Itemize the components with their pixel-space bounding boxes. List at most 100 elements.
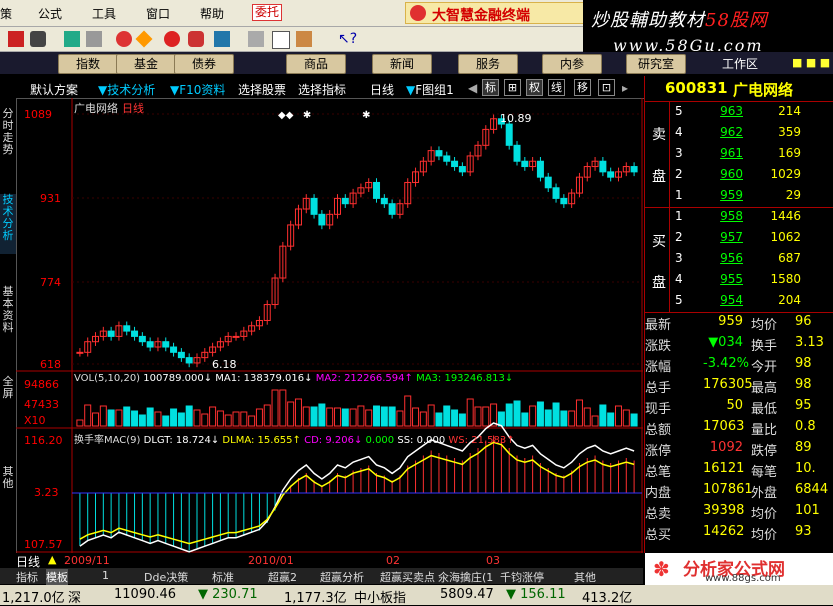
stat-value: 89 bbox=[795, 440, 812, 455]
tab-chaoying-analysis[interactable]: 超赢分析 bbox=[320, 569, 364, 585]
nav-bar: 指数 基金 债券 商品 新闻 服务 内参 研究室 工作区 ■ ■ ■ bbox=[0, 52, 833, 74]
tab-template[interactable]: 模板 bbox=[46, 569, 68, 585]
entrust-button[interactable]: 委托 bbox=[252, 4, 283, 21]
nav-bond[interactable]: 债券 bbox=[174, 54, 234, 74]
prev-arrow-icon[interactable]: ◀ bbox=[468, 81, 477, 95]
nav-commodity[interactable]: 商品 bbox=[286, 54, 346, 74]
tab-dde[interactable]: Dde决策 bbox=[144, 569, 188, 585]
select-indicator-button[interactable]: 选择指标 bbox=[298, 81, 346, 98]
globe-icon[interactable] bbox=[214, 31, 230, 47]
bid-row[interactable]: 5 954 204 bbox=[645, 293, 833, 314]
nav-service[interactable]: 服务 bbox=[458, 54, 518, 74]
workarea-label[interactable]: 工作区 bbox=[722, 55, 758, 72]
window-controls[interactable]: ■ ■ ■ bbox=[792, 56, 832, 70]
scheme-select[interactable]: 默认方案 bbox=[30, 81, 78, 98]
crosshair-button[interactable]: ⊞ bbox=[504, 79, 521, 96]
price-tick-1: 1089 bbox=[24, 108, 52, 121]
candle-body bbox=[435, 150, 443, 157]
stat-label: 涨幅 bbox=[645, 360, 672, 375]
diamond-icon[interactable] bbox=[135, 30, 153, 48]
tab-1[interactable]: 1 bbox=[102, 569, 109, 582]
side-tab-other[interactable]: 其他 bbox=[0, 466, 16, 496]
binocular-icon[interactable] bbox=[64, 31, 80, 47]
link-icon[interactable] bbox=[30, 31, 46, 47]
candle-body bbox=[607, 171, 615, 178]
toolbar-icon-1[interactable] bbox=[8, 31, 24, 47]
menu-formula[interactable]: 公式 bbox=[38, 5, 62, 22]
f10-select[interactable]: ▼F10资料 bbox=[170, 81, 225, 98]
level-volume: 1062 bbox=[770, 230, 801, 244]
status-sme-change: ▼ 156.11 bbox=[506, 587, 566, 602]
side-tab-technical[interactable]: 技术分析 bbox=[0, 194, 16, 254]
nav-fund[interactable]: 基金 bbox=[116, 54, 176, 74]
bid-row[interactable]: 1 958 1446 bbox=[645, 209, 833, 230]
volume-bar bbox=[380, 406, 388, 427]
sub-toolbar: 默认方案 ▼技术分析 ▼F10资料 选择股票 选择指标 日线 ▼F图组1 ◀ 标… bbox=[0, 76, 660, 99]
volume-bar bbox=[185, 405, 193, 427]
nav-news[interactable]: 新闻 bbox=[372, 54, 432, 74]
tech-analysis-select[interactable]: ▼技术分析 bbox=[98, 81, 155, 98]
tab-other[interactable]: 其他 bbox=[574, 569, 596, 585]
menu-window[interactable]: 窗口 bbox=[146, 5, 170, 22]
site-logo: ✽ 分析家公式网 www.88gs.com bbox=[645, 553, 833, 585]
line-button[interactable]: 线 bbox=[548, 79, 565, 96]
chart-icon[interactable] bbox=[188, 31, 204, 47]
nav-research[interactable]: 研究室 bbox=[626, 54, 686, 74]
ask-row[interactable]: 1 959 29 bbox=[645, 188, 833, 209]
volume-bar bbox=[630, 413, 638, 427]
watermark-text-b: 58股网 bbox=[705, 10, 768, 31]
side-tab-intraday[interactable]: 分时走势 bbox=[0, 108, 16, 168]
stat-label: 现手 bbox=[645, 402, 672, 417]
tab-chaoying-bs[interactable]: 超赢买卖点 bbox=[380, 569, 435, 585]
tab-chaoying2[interactable]: 超赢2 bbox=[268, 569, 297, 585]
nav-index[interactable]: 指数 bbox=[58, 54, 118, 74]
nav-insider[interactable]: 内参 bbox=[542, 54, 602, 74]
rights-button[interactable]: 权 bbox=[526, 79, 543, 96]
mark-button[interactable]: 标 bbox=[482, 79, 499, 96]
volume-bar bbox=[591, 415, 599, 427]
ask-row[interactable]: 3 961 169 bbox=[645, 146, 833, 167]
volume-bar bbox=[552, 402, 560, 427]
move-button[interactable]: 移 bbox=[574, 79, 591, 96]
layout-button[interactable]: ⊡ bbox=[598, 79, 615, 96]
chart-group-select[interactable]: ▼F图组1 bbox=[406, 81, 454, 98]
price-tick-2: 931 bbox=[40, 192, 61, 205]
ask-row[interactable]: 4 962 359 bbox=[645, 125, 833, 146]
candle-body bbox=[380, 197, 388, 205]
compare-icon[interactable] bbox=[86, 31, 102, 47]
level-volume: 1446 bbox=[770, 209, 801, 223]
bid-row[interactable]: 2 957 1062 bbox=[645, 230, 833, 251]
menu-strategy[interactable]: 策 bbox=[0, 5, 12, 22]
target-icon[interactable] bbox=[116, 31, 132, 47]
tab-standard[interactable]: 标准 bbox=[212, 569, 234, 585]
lens-icon[interactable] bbox=[164, 31, 180, 47]
volume-bar bbox=[365, 409, 373, 427]
side-tab-fundamentals[interactable]: 基本资料 bbox=[0, 286, 16, 346]
kline-chart[interactable]: 1089 931 774 618 广电网络 日线 10.89 6.18 ◆◆ ✱… bbox=[16, 98, 643, 553]
tab-qinzhuang[interactable]: 氽海擒庄(1 bbox=[438, 569, 493, 585]
select-stock-button[interactable]: 选择股票 bbox=[238, 81, 286, 98]
menu-help[interactable]: 帮助 bbox=[200, 5, 224, 22]
next-arrow-icon[interactable]: ▸ bbox=[622, 81, 628, 95]
ask-row[interactable]: 5 963 214 bbox=[645, 104, 833, 125]
ask-row[interactable]: 2 960 1029 bbox=[645, 167, 833, 188]
level-index: 2 bbox=[675, 230, 683, 244]
volume-bar bbox=[248, 415, 256, 427]
volume-bar bbox=[341, 408, 349, 427]
status-market-sz: 深 bbox=[68, 591, 82, 606]
period-select[interactable]: 日线 bbox=[370, 81, 394, 98]
save-icon[interactable] bbox=[248, 31, 264, 47]
books-icon[interactable] bbox=[296, 31, 312, 47]
bid-row[interactable]: 4 955 1580 bbox=[645, 272, 833, 293]
volume-bar bbox=[568, 410, 576, 427]
stat-row: 总买 14262 均价 93 bbox=[645, 524, 833, 545]
help-cursor-icon[interactable]: ↖? bbox=[338, 31, 357, 47]
window-icon[interactable] bbox=[272, 31, 290, 49]
bid-row[interactable]: 3 956 687 bbox=[645, 251, 833, 272]
stat-label: 最高 bbox=[751, 381, 778, 396]
level-index: 1 bbox=[675, 209, 683, 223]
side-tab-fullscreen[interactable]: 全屏 bbox=[0, 376, 16, 406]
tab-qianjun[interactable]: 千钧涨停 bbox=[500, 569, 544, 585]
menu-tools[interactable]: 工具 bbox=[92, 5, 116, 22]
tab-indicator[interactable]: 指标 bbox=[16, 569, 38, 585]
